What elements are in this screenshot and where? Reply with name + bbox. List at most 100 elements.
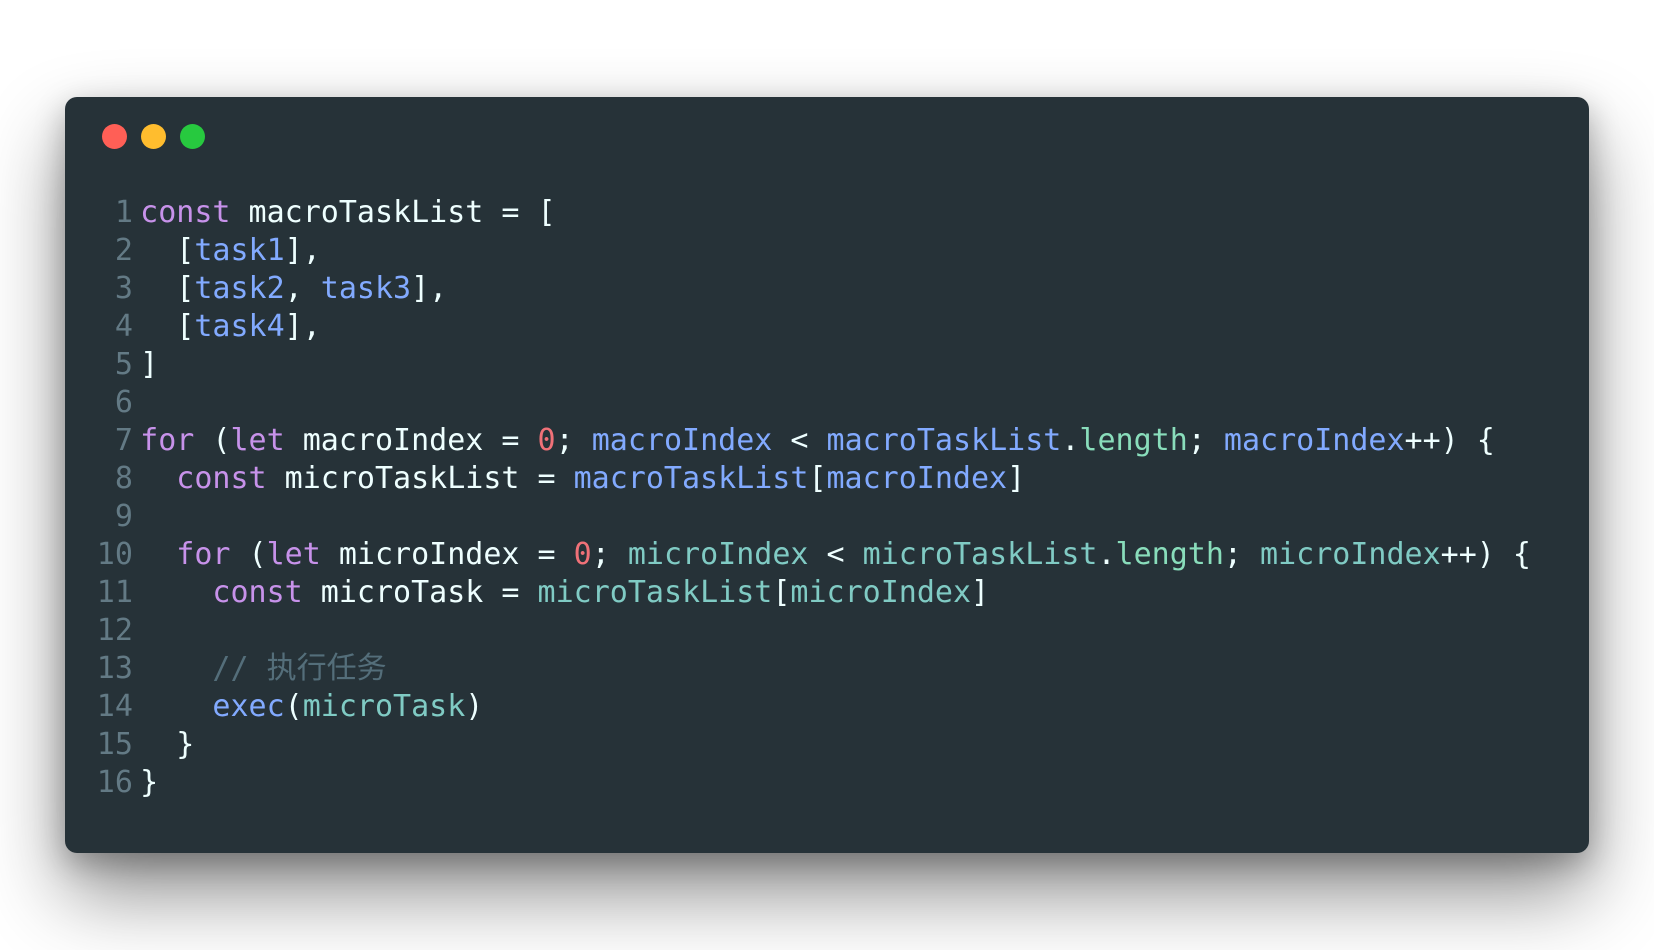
code-line: 12 xyxy=(95,612,1531,650)
code-line: 3 [task2, task3], xyxy=(95,270,1531,308)
code-token-keyword: const xyxy=(176,461,267,496)
code-token-plain: ; xyxy=(591,537,628,572)
code-token-teal: microTaskList xyxy=(537,575,773,610)
code-window: 1 const macroTaskList = [2 [task1], 3 [tas… xyxy=(65,97,1589,853)
code-token-plain: } xyxy=(140,765,159,800)
code-token-plain: ; xyxy=(1187,423,1224,458)
code-token-variable: task1 xyxy=(194,233,285,268)
code-token-variable: macroIndex xyxy=(826,461,1008,496)
code-token-keyword: for xyxy=(176,537,231,572)
code-token-plain: . xyxy=(1061,423,1080,458)
code-block: 1 const macroTaskList = [2 [task1], 3 [tas… xyxy=(95,194,1531,802)
code-token-plain: [ xyxy=(140,233,195,268)
line-number: 13 xyxy=(96,651,133,686)
code-token-keyword: const xyxy=(212,575,303,610)
line-number: 6 xyxy=(114,385,133,420)
code-line: 5] xyxy=(95,346,1531,384)
code-token-plain: ( xyxy=(230,537,267,572)
window-controls xyxy=(102,124,205,150)
code-token-plain: } xyxy=(140,727,195,762)
code-line: 6 xyxy=(95,384,1531,422)
code-token-plain: ++) { xyxy=(1440,537,1531,572)
close-window-icon[interactable] xyxy=(102,124,127,149)
code-line: 8 const microTaskList = macroTaskList[ma… xyxy=(95,460,1531,498)
line-number: 11 xyxy=(96,575,133,610)
code-line: 15 } xyxy=(95,726,1531,764)
line-number: 1 xyxy=(114,195,133,230)
code-line: 2 [task1], xyxy=(95,232,1531,270)
line-number: 16 xyxy=(96,765,133,800)
code-token-keyword: let xyxy=(266,537,321,572)
code-token-keyword: const xyxy=(140,195,231,230)
code-line: 16} xyxy=(95,764,1531,802)
code-token-plain: ++) { xyxy=(1404,423,1495,458)
code-line: 7 for (let macroIndex = 0; macroIndex < m… xyxy=(95,422,1531,460)
line-number: 7 xyxy=(114,423,133,458)
code-token-plain: ], xyxy=(284,309,321,344)
line-number: 12 xyxy=(96,613,133,648)
code-token-variable: macroIndex xyxy=(591,423,773,458)
code-token-number: 0 xyxy=(537,423,556,458)
code-token-teal: microTaskList xyxy=(862,537,1098,572)
code-token-plain: ; xyxy=(555,423,592,458)
code-token-plain: ( xyxy=(194,423,231,458)
code-token-comment: // 执行任务 xyxy=(212,651,387,686)
code-token-plain: ], xyxy=(411,271,448,306)
code-token-plain: , xyxy=(284,271,321,306)
code-token-variable: macroIndex xyxy=(1223,423,1405,458)
code-token-keyword: let xyxy=(230,423,285,458)
line-number: 9 xyxy=(114,499,133,534)
line-number: 2 xyxy=(114,233,133,268)
code-line: 9 xyxy=(95,498,1531,536)
code-token-plain: . xyxy=(1097,537,1116,572)
code-token-plain: [ xyxy=(772,575,791,610)
minimize-window-icon[interactable] xyxy=(141,124,166,149)
line-number: 8 xyxy=(114,461,133,496)
code-token-plain: < xyxy=(808,537,863,572)
code-line: 14 exec(microTask) xyxy=(95,688,1531,726)
code-line: 10 for (let microIndex = 0; microIndex <… xyxy=(95,536,1531,574)
code-token-plain: microTaskList = xyxy=(266,461,574,496)
code-token-plain: ( xyxy=(284,689,303,724)
line-number: 4 xyxy=(114,309,133,344)
code-token-variable: macroTaskList xyxy=(573,461,809,496)
code-token-variable: task3 xyxy=(320,271,412,306)
code-token-property: length xyxy=(1079,423,1188,458)
code-token-plain: [ xyxy=(808,461,827,496)
code-token-variable: task4 xyxy=(194,309,285,344)
line-number: 10 xyxy=(96,537,133,572)
code-token-plain: ) xyxy=(465,689,484,724)
code-token-plain: ], xyxy=(284,233,321,268)
code-token-teal: microIndex xyxy=(627,537,809,572)
line-number: 15 xyxy=(96,727,133,762)
code-token-plain: ; xyxy=(1223,537,1261,572)
code-token-variable: macroTaskList xyxy=(826,423,1062,458)
code-line: 11 const microTask = microTaskList[micro… xyxy=(95,574,1531,612)
code-line: 1 const macroTaskList = [ xyxy=(95,194,1531,232)
code-token-variable: task2 xyxy=(194,271,285,306)
code-token-plain: microIndex = xyxy=(320,537,574,572)
code-token-teal: microTask xyxy=(302,689,466,724)
maximize-window-icon[interactable] xyxy=(180,124,205,149)
line-number: 3 xyxy=(114,271,133,306)
code-token-plain: macroIndex = xyxy=(284,423,538,458)
code-token-plain: microTask = xyxy=(302,575,538,610)
code-token-plain: macroTaskList = [ xyxy=(230,195,556,230)
code-token-function: exec xyxy=(212,689,285,724)
code-token-property: length xyxy=(1115,537,1224,572)
code-line: 13 // 执行任务 xyxy=(95,650,1531,688)
line-number: 5 xyxy=(114,347,133,382)
code-line: 4 [task4], xyxy=(95,308,1531,346)
code-token-plain: ] xyxy=(140,347,159,382)
line-number: 14 xyxy=(96,689,133,724)
code-token-plain: < xyxy=(772,423,827,458)
code-token-plain: [ xyxy=(140,309,195,344)
code-token-plain: ] xyxy=(971,575,990,610)
code-token-plain: [ xyxy=(140,271,195,306)
code-token-plain: ] xyxy=(1007,461,1026,496)
